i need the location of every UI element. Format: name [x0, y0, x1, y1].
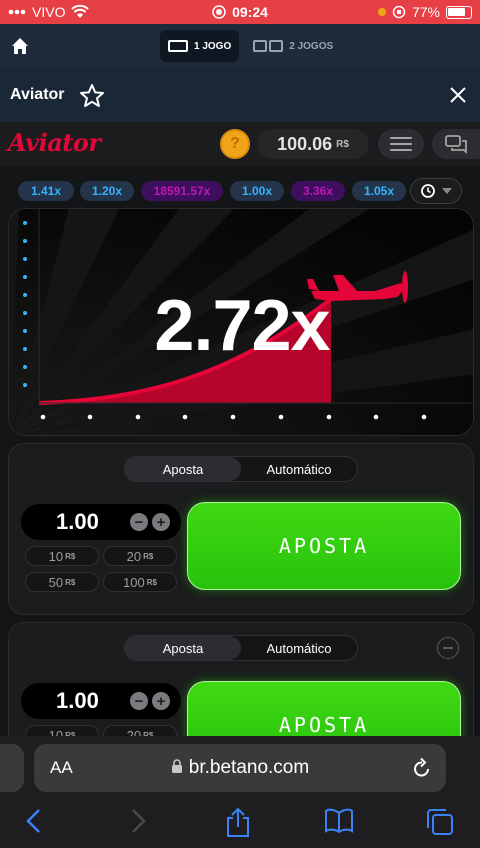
quick-amount-value: 20 — [126, 548, 142, 564]
tabs-icon[interactable] — [426, 808, 454, 836]
increase-button[interactable]: + — [152, 692, 170, 710]
browser-bar: AA br.betano.com — [0, 736, 480, 848]
quick-amount-currency: R$ — [146, 577, 157, 587]
multiplier-chip: 1.05x — [352, 181, 406, 201]
dot-icon — [377, 8, 386, 16]
orientation-lock-icon — [392, 5, 406, 19]
battery-icon — [446, 5, 472, 19]
single-screen-icon — [168, 40, 188, 52]
forward-icon[interactable] — [128, 808, 148, 834]
wifi-icon — [71, 5, 90, 18]
quick-amount-100[interactable]: 100 R$ — [103, 572, 177, 592]
aviator-logo: Aviator — [8, 128, 101, 157]
back-icon[interactable] — [24, 808, 44, 834]
multiplier-value: 1.41x — [30, 184, 62, 198]
home-icon[interactable] — [10, 36, 30, 56]
increase-button[interactable]: + — [152, 513, 170, 531]
game-mode-switch: 1 JOGO 2 JOGOS — [160, 30, 341, 62]
decrease-button[interactable]: − — [130, 692, 148, 710]
multiplier-value: 1.05x — [363, 184, 395, 198]
previous-tab-preview[interactable] — [0, 744, 24, 792]
bet-panel-1: Aposta Automático 1.00 − + 10 R$ 20 R$ 50 R… — [8, 443, 474, 615]
balance-amount: 100.06 — [277, 133, 333, 154]
game-title-bar: Aviator — [0, 68, 480, 122]
url-text: br.betano.com — [34, 757, 446, 779]
history-icon — [421, 184, 435, 198]
signal-icon — [8, 9, 26, 15]
share-icon[interactable] — [226, 808, 250, 838]
tab-aposta[interactable]: Aposta — [125, 457, 241, 481]
chat-button[interactable] — [432, 129, 480, 159]
quick-amount-value: 50 — [48, 574, 64, 590]
status-time: 09:24 — [232, 4, 268, 20]
page-title: Aviator — [10, 86, 65, 103]
quick-amount-20[interactable]: 20 R$ — [103, 546, 177, 566]
coin-icon[interactable]: ? — [220, 129, 250, 159]
chat-icon — [445, 135, 467, 154]
bet-amount-field[interactable]: 1.00 − + — [21, 683, 181, 719]
lock-icon — [171, 759, 182, 773]
multiplier-chip: 18591.57x — [141, 181, 223, 201]
quick-amount-currency: R$ — [143, 551, 154, 561]
address-bar[interactable]: AA br.betano.com — [34, 744, 446, 792]
two-games-label: 2 JOGOS — [289, 40, 334, 52]
history-button[interactable] — [410, 178, 462, 204]
browser-toolbar — [0, 808, 480, 844]
carrier-label: VIVO — [32, 4, 66, 20]
bet-amount-field[interactable]: 1.00 − + — [21, 504, 181, 540]
record-icon — [212, 5, 226, 19]
multiplier-value: 18591.57x — [153, 184, 211, 198]
one-game-button[interactable]: 1 JOGO — [160, 30, 240, 62]
close-icon[interactable] — [448, 85, 468, 105]
quick-amount-value: 100 — [123, 574, 145, 590]
url-value: br.betano.com — [188, 757, 310, 778]
bet-button[interactable]: APOSTA — [187, 502, 461, 590]
tab-aposta[interactable]: Aposta — [125, 636, 241, 660]
bet-mode-tabs: Aposta Automático — [124, 635, 358, 661]
tab-automatico[interactable]: Automático — [241, 457, 357, 481]
balance-display: 100.06 R$ — [257, 129, 369, 159]
current-multiplier: 2.72x — [154, 286, 330, 366]
top-nav: 1 JOGO 2 JOGOS — [0, 24, 480, 68]
multiplier-chip: 1.20x — [80, 181, 134, 201]
balance-currency: R$ — [336, 138, 349, 150]
reload-icon[interactable] — [412, 757, 432, 779]
aviator-header: Aviator ? 100.06 R$ — [0, 122, 480, 166]
bookmarks-icon[interactable] — [324, 808, 354, 834]
quick-amount-currency: R$ — [65, 551, 76, 561]
quick-amount-currency: R$ — [65, 577, 76, 587]
bet-amount-value: 1.00 — [56, 688, 99, 713]
hamburger-menu-icon[interactable] — [378, 129, 424, 159]
quick-amount-10[interactable]: 10 R$ — [25, 546, 99, 566]
bet-button-label: APOSTA — [278, 713, 370, 737]
favorite-star-icon[interactable] — [78, 82, 106, 110]
dual-screen-icon — [253, 40, 284, 52]
quick-amount-50[interactable]: 50 R$ — [25, 572, 99, 592]
multiplier-value: 1.00x — [241, 184, 273, 198]
quick-amount-value: 10 — [48, 548, 64, 564]
multiplier-value: 1.20x — [91, 184, 123, 198]
multiplier-chip: 1.00x — [230, 181, 284, 201]
battery-percent: 77% — [411, 4, 440, 20]
multiplier-chip: 3.36x — [291, 181, 345, 201]
remove-panel-button[interactable] — [437, 637, 459, 659]
multiplier-chip: 1.41x — [18, 181, 74, 201]
bet-amount-value: 1.00 — [56, 509, 99, 534]
bet-button-label: APOSTA — [278, 534, 370, 558]
multiplier-value: 3.36x — [302, 184, 334, 198]
two-games-button[interactable]: 2 JOGOS — [245, 30, 341, 62]
coin-symbol: ? — [230, 135, 240, 152]
chevron-down-icon — [442, 188, 452, 194]
bet-mode-tabs: Aposta Automático — [124, 456, 358, 482]
decrease-button[interactable]: − — [130, 513, 148, 531]
status-bar: VIVO 09:24 77% — [0, 0, 480, 24]
tab-automatico[interactable]: Automático — [241, 636, 357, 660]
multiplier-history: 1.41x 1.20x 18591.57x 1.00x 3.36x 1.05x — [0, 172, 480, 208]
one-game-label: 1 JOGO — [194, 40, 232, 52]
game-canvas: 2.72x — [8, 208, 474, 436]
